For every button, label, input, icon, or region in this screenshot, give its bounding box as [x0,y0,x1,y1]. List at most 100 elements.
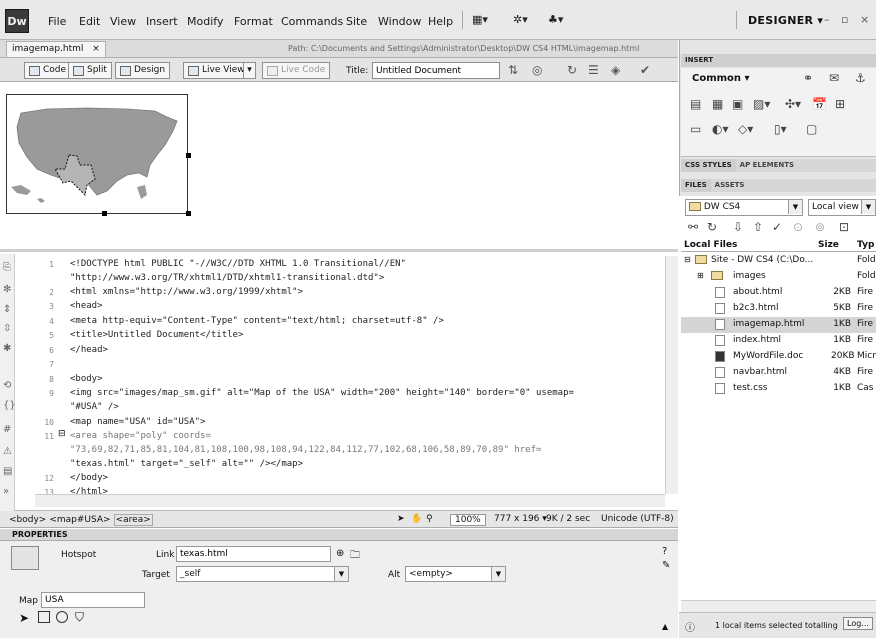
collapse-toggle[interactable]: ⊟ [58,429,66,439]
usa-map-image[interactable] [6,94,188,214]
check-in-icon[interactable]: ⊙ [793,220,803,234]
expand-panel-icon[interactable]: ⊡ [839,220,849,234]
check-out-icon[interactable]: ✓ [772,220,782,234]
hand-tool-icon[interactable]: ✋ [411,514,422,524]
check-page-icon[interactable]: ✔ [640,63,650,77]
open-documents-icon[interactable]: ⎘ [3,262,11,273]
files-tab[interactable]: FILES [681,179,711,192]
table-icon[interactable]: ▦ [712,97,723,111]
collapse-selection-icon[interactable]: ⇳ [3,323,11,334]
tag-area[interactable]: <area> [113,514,153,526]
expand-icon[interactable]: ⊞ [697,271,704,280]
ap-elements-tab[interactable]: AP ELEMENTS [736,159,798,172]
tag-chooser-icon[interactable]: ▢ [806,122,817,136]
collapse-properties-icon[interactable]: ▲ [662,622,668,631]
assets-tab[interactable]: ASSETS [711,179,749,192]
file-row[interactable]: test.css 1KB Cas [681,381,876,397]
named-anchor-icon[interactable]: ⚓ [855,71,866,85]
code-view-button[interactable]: Code [24,62,72,79]
code-horizontal-scrollbar[interactable] [35,494,665,507]
view-select[interactable]: Local view ▼ [808,199,876,216]
comment-icon[interactable]: ▭ [690,122,701,136]
site-select[interactable]: DW CS4 ▼ [685,199,803,216]
polygon-hotspot-tool-icon[interactable]: ⛉ [75,610,84,625]
site-menu-icon[interactable]: ♣▾ [548,13,563,26]
title-input[interactable] [372,62,500,79]
file-row[interactable]: ⊞ images Fold [681,269,876,285]
file-row-selected[interactable]: imagemap.html 1KB Fire [681,317,876,333]
tag-map[interactable]: <map#USA> [49,515,110,525]
zoom-select[interactable]: 100% [450,514,486,526]
window-size[interactable]: 777 x 196 ▾ [494,514,547,524]
templates-icon[interactable]: ▯▾ [774,122,787,136]
live-view-dropdown[interactable]: ▾ [243,62,256,79]
put-files-icon[interactable]: ⇧ [753,220,763,234]
size-header[interactable]: Size [818,240,839,250]
menu-help[interactable]: Help [428,15,453,28]
extend-menu-icon[interactable]: ✲▾ [513,13,528,26]
head-icon[interactable]: ◐▾ [712,122,729,136]
files-horizontal-scrollbar[interactable] [681,600,876,612]
file-management-icon[interactable]: ⇅ [508,63,518,77]
menu-format[interactable]: Format [234,15,273,28]
show-code-navigator-icon[interactable]: ✻ [3,284,11,295]
properties-header[interactable]: PROPERTIES [0,529,678,541]
apply-comment-icon[interactable]: ▤ [3,466,12,477]
alt-select[interactable]: <empty> ▼ [405,566,506,582]
hyperlink-icon[interactable]: ⚭ [803,71,813,85]
select-parent-tag-icon[interactable]: ⟲ [3,380,11,391]
point-to-file-icon[interactable]: ⊕ [336,548,344,559]
file-row[interactable]: navbar.html 4KB Fire [681,365,876,381]
window-controls[interactable]: – ▫ × [824,13,873,26]
menu-site[interactable]: Site [346,15,367,28]
help-icon[interactable]: ? [662,546,667,557]
zoom-tool-icon[interactable]: ⚲ [426,514,433,524]
local-files-header[interactable]: Local Files [684,240,737,250]
split-view-button[interactable]: Split [68,62,112,79]
view-options-icon[interactable]: ☰ [588,63,599,77]
images-icon[interactable]: ▨▾ [753,97,770,111]
insert-div-icon[interactable]: ▣ [732,97,743,111]
document-tab[interactable]: imagemap.html × [6,41,106,57]
design-view-button[interactable]: Design [115,62,171,79]
circle-hotspot-tool-icon[interactable] [56,611,68,623]
browse-folder-icon[interactable]: 🗀 [350,548,360,565]
menu-view[interactable]: View [110,15,136,28]
file-row[interactable]: about.html 2KB Fire [681,285,876,301]
tag-body[interactable]: <body> [9,515,46,525]
close-icon[interactable]: × [92,44,100,54]
menu-edit[interactable]: Edit [79,15,100,28]
file-row[interactable]: MyWordFile.doc 20KB Micr [681,349,876,365]
synchronize-icon[interactable]: ⊚ [815,220,825,234]
live-view-button[interactable]: Live View [183,62,250,79]
script-icon[interactable]: ◇▾ [738,122,753,136]
pointer-hotspot-tool-icon[interactable]: ➤ [19,611,29,625]
menu-insert[interactable]: Insert [146,15,178,28]
edit-icon[interactable]: ✎ [662,560,670,571]
menu-window[interactable]: Window [378,15,421,28]
line-numbers-icon[interactable]: # [3,424,11,435]
collapse-tag-icon[interactable]: ⇕ [3,304,11,315]
live-code-button[interactable]: Live Code [262,62,331,79]
date-icon[interactable]: 📅 [812,97,827,111]
connect-icon[interactable]: ⚯ [688,220,698,234]
map-name-field[interactable] [41,592,145,608]
email-link-icon[interactable]: ✉ [829,71,839,85]
select-tool-icon[interactable]: ➤ [397,514,405,524]
preview-browser-icon[interactable]: ◎ [532,63,542,77]
insert-category-select[interactable]: Common ▾ [692,73,750,84]
resize-handle[interactable] [102,211,107,216]
link-field[interactable] [176,546,331,562]
more-options-icon[interactable]: » [3,486,9,497]
collapse-icon[interactable]: ⊟ [684,255,691,264]
balance-braces-icon[interactable]: {} [3,400,16,411]
file-row[interactable]: b2c3.html 5KB Fire [681,301,876,317]
menu-commands[interactable]: Commands [281,15,343,28]
workspace-switcher[interactable]: DESIGNER ▾ [748,14,823,27]
expand-all-icon[interactable]: ✱ [3,343,11,354]
code-vertical-scrollbar[interactable] [665,256,678,494]
type-header[interactable]: Typ [857,240,874,250]
rectangle-hotspot-tool-icon[interactable] [38,611,50,623]
insert-panel-tab[interactable]: INSERT [681,54,876,67]
visual-aids-icon[interactable]: ◈ [611,63,620,77]
